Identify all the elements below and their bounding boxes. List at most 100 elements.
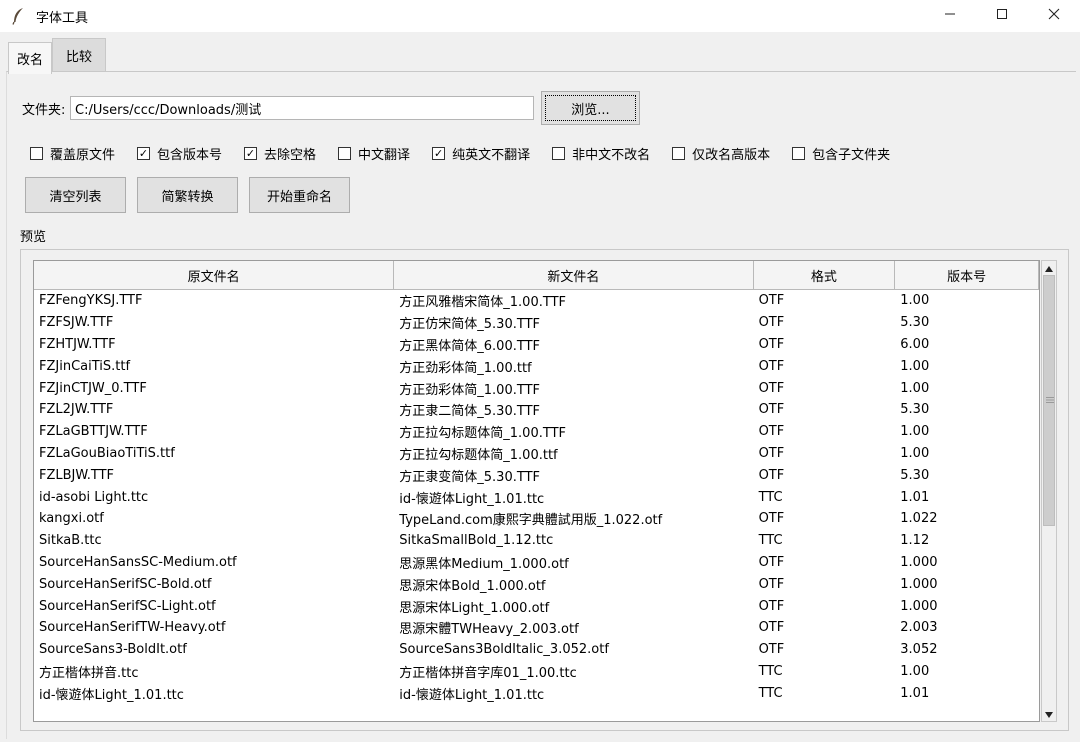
table-cell: SourceHanSansSC-Medium.otf [39,554,237,570]
option-label: 纯英文不翻译 [452,147,531,163]
table-cell: OTF [758,315,785,331]
table-cell: FZFengYKSJ.TTF [39,293,143,309]
scroll-up-button[interactable] [1042,261,1056,275]
maximize-icon [996,8,1008,24]
table-row[interactable]: FZLaGBTTJW.TTF 方正拉勾标题体简_1.00.TTF OTF 1.00 [34,421,1039,443]
preview-table[interactable]: 原文件名 新文件名 格式 版本号 FZFengYKSJ.TTF 方正风雅楷宋简体_1.0… [33,260,1040,722]
scroll-track[interactable] [1042,275,1056,707]
checkbox-unchecked-icon[interactable] [338,146,352,160]
table-row[interactable]: SitkaB.ttc SitkaSmallBold_1.12.ttc TTC 1.12 [34,530,1039,552]
table-row[interactable]: FZJinCTJW_0.TTF 方正劲彩体简_1.00.TTF OTF 1.00 [34,377,1039,399]
table-cell: 1.01 [900,489,930,505]
folder-path-input[interactable] [70,96,534,120]
table-cell: 1.000 [900,576,938,592]
checkbox-checked-icon[interactable]: ✓ [137,146,151,160]
checkbox-unchecked-icon[interactable] [672,146,686,160]
options-row: 覆盖原文件 ✓ 包含版本号 ✓ 去除空格 中文翻译 ✓ 纯英文不翻译 非中文不改名 仅改名高版本 包… [30,143,912,163]
table-row[interactable]: SourceHanSerifSC-Light.otf 思源宋体Light_1.00… [34,595,1039,617]
table-cell: 1.01 [900,685,930,701]
tab-rename[interactable]: 改名 [8,42,52,74]
table-cell: SourceSans3BoldItalic_3.052.otf [399,642,609,658]
table-cell: TypeLand.com康熙字典體試用版_1.022.otf [399,513,663,529]
checkbox-unchecked-icon[interactable] [552,146,566,160]
table-cell: FZLBJW.TTF [39,467,115,483]
table-cell: 1.000 [900,598,938,614]
preview-label: 预览 [20,230,47,245]
vertical-scrollbar[interactable] [1041,260,1057,722]
option-checkbox[interactable]: ✓ 纯英文不翻译 [432,144,530,163]
table-cell: OTF [758,642,785,658]
table-cell: OTF [758,293,785,309]
browse-button[interactable]: 浏览... [541,91,640,125]
close-button[interactable] [1028,0,1080,32]
table-cell: 1.00 [900,293,930,309]
table-cell: 1.00 [900,424,930,440]
convert-sc-tc-button[interactable]: 简繁转换 [137,177,238,213]
table-cell: 2.003 [900,620,938,636]
clear-list-button[interactable]: 清空列表 [25,177,126,213]
table-cell: 方正隶变简体_5.30.TTF [399,469,540,485]
folder-label: 文件夹: [22,103,66,118]
table-row[interactable]: 方正楷体拼音.ttc 方正楷体拼音字库01_1.00.ttc TTC 1.00 [34,661,1039,683]
table-row[interactable]: FZFengYKSJ.TTF 方正风雅楷宋简体_1.00.TTF OTF 1.00 [34,290,1039,312]
option-checkbox[interactable]: 仅改名高版本 [672,144,770,163]
table-cell: SourceHanSerifSC-Bold.otf [39,576,212,592]
option-label: 中文翻译 [358,147,411,163]
column-header[interactable]: 格式 [753,261,896,290]
maximize-button[interactable] [976,0,1028,32]
table-cell: SitkaB.ttc [39,533,102,549]
table-cell: 方正劲彩体简_1.00.TTF [399,382,540,398]
app-window: 字体工具 改名 比较 文件夹: C:/Users/ccc/Downloads/测… [0,0,1080,742]
table-row[interactable]: FZLaGouBiaoTiTiS.ttf 方正拉勾标题体简_1.00.ttf OTF… [34,443,1039,465]
table-cell: FZLaGBTTJW.TTF [39,424,148,440]
checkbox-unchecked-icon[interactable] [792,146,806,160]
checkbox-checked-icon[interactable]: ✓ [244,146,258,160]
column-header[interactable]: 版本号 [895,261,1039,290]
table-cell: 方正拉勾标题体简_1.00.TTF [399,426,566,442]
table-body: FZFengYKSJ.TTF 方正风雅楷宋简体_1.00.TTF OTF 1.00 FZ… [34,290,1039,704]
option-checkbox[interactable]: 包含子文件夹 [792,144,890,163]
table-row[interactable]: SourceSans3-BoldIt.otf SourceSans3BoldIta… [34,639,1039,661]
option-checkbox[interactable]: 中文翻译 [338,144,410,163]
checkbox-unchecked-icon[interactable] [30,146,43,160]
column-header[interactable]: 新文件名 [394,261,754,290]
tab-compare[interactable]: 比较 [52,38,106,72]
table-cell: 1.00 [900,445,930,461]
table-cell: 方正仿宋简体_5.30.TTF [399,317,540,333]
table-row[interactable]: kangxi.otf TypeLand.com康熙字典體試用版_1.022.otf… [34,508,1039,530]
table-cell: OTF [758,336,785,352]
table-row[interactable]: id-懐遊体Light_1.01.ttc id-懐遊体Light_1.01.ttc… [34,682,1039,704]
table-row[interactable]: id-asobi Light.ttc id-懐遊体Light_1.01.ttc TT… [34,486,1039,508]
option-label: 包含版本号 [157,147,223,163]
scroll-down-button[interactable] [1042,707,1056,721]
table-row[interactable]: FZL2JW.TTF 方正隶二简体_5.30.TTF OTF 5.30 [34,399,1039,421]
table-cell: OTF [758,358,785,374]
column-header[interactable]: 原文件名 [34,261,395,290]
table-cell: 5.30 [900,402,930,418]
option-checkbox[interactable]: ✓ 包含版本号 [137,144,222,163]
table-row[interactable]: FZFSJW.TTF 方正仿宋简体_5.30.TTF OTF 5.30 [34,312,1039,334]
table-row[interactable]: SourceHanSerifTW-Heavy.otf 思源宋體TWHeavy_2.… [34,617,1039,639]
scroll-thumb[interactable] [1043,275,1055,526]
table-cell: FZFSJW.TTF [39,315,114,331]
table-cell: 1.12 [900,533,930,549]
start-rename-button[interactable]: 开始重命名 [249,177,350,213]
table-cell: TTC [758,533,783,549]
title-bar[interactable]: 字体工具 [0,0,1080,32]
option-checkbox[interactable]: 覆盖原文件 [30,144,115,163]
table-cell: SourceHanSerifTW-Heavy.otf [39,620,226,636]
checkbox-checked-icon[interactable]: ✓ [432,146,446,160]
table-row[interactable]: FZJinCaiTiS.ttf 方正劲彩体简_1.00.ttf OTF 1.00 [34,355,1039,377]
table-cell: FZLaGouBiaoTiTiS.ttf [39,445,175,461]
table-row[interactable]: SourceHanSansSC-Medium.otf 思源黑体Medium_1.0… [34,552,1039,574]
table-cell: OTF [758,402,785,418]
table-cell: 1.00 [900,380,930,396]
table-row[interactable]: SourceHanSerifSC-Bold.otf 思源宋体Bold_1.000.… [34,573,1039,595]
table-cell: 方正拉勾标题体简_1.00.ttf [399,447,558,463]
table-row[interactable]: FZHTJW.TTF 方正黑体简体_6.00.TTF OTF 6.00 [34,334,1039,356]
table-cell: 思源宋体Bold_1.000.otf [399,578,546,594]
minimize-button[interactable] [924,0,976,32]
option-checkbox[interactable]: ✓ 去除空格 [244,144,316,163]
option-checkbox[interactable]: 非中文不改名 [552,144,650,163]
table-row[interactable]: FZLBJW.TTF 方正隶变简体_5.30.TTF OTF 5.30 [34,464,1039,486]
